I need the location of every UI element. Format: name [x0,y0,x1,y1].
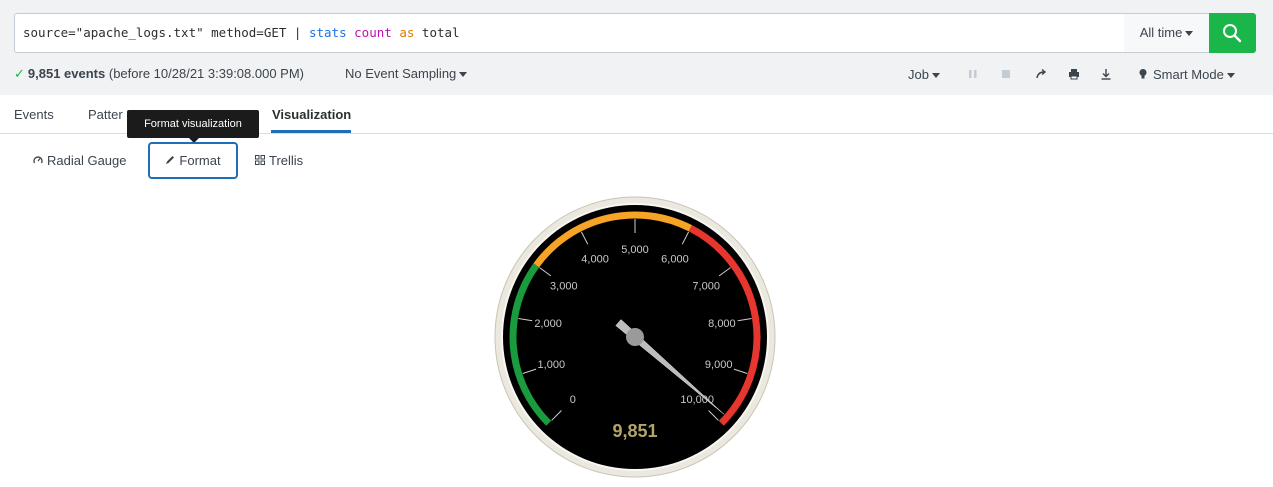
pencil-icon [166,156,175,164]
gauge-tick-label: 6,000 [661,254,689,266]
gauge-tick-label: 2,000 [534,318,562,330]
check-icon: ✓ [14,66,25,81]
query-text: source="apache_logs.txt" method=GET | [23,25,309,40]
events-count[interactable]: 9,851 events [28,66,105,81]
tab-events[interactable]: Events [14,107,54,122]
share-icon[interactable] [1034,67,1048,81]
format-label: Format [179,153,221,168]
tab-patterns[interactable]: Patter [88,107,123,122]
format-button[interactable]: Format [148,142,238,179]
query-command: stats [308,25,347,40]
gauge-tick-label: 3,000 [550,280,578,292]
gauge-tick-label: 0 [570,394,576,406]
time-range-label: All time [1139,25,1183,40]
gauge-tick-label: 7,000 [692,280,720,292]
job-label: Job [908,67,929,82]
events-time: (before 10/28/21 3:39:08.000 PM) [108,66,305,81]
pause-icon[interactable] [966,67,980,81]
search-button[interactable] [1209,13,1256,53]
stop-icon[interactable] [999,67,1013,81]
search-mode-label: Smart Mode [1153,67,1224,82]
chevron-down-icon [459,72,468,78]
event-sampling-label: No Event Sampling [345,66,457,81]
tooltip: Format visualization [127,110,259,138]
gauge-tick-label: 5,000 [621,244,649,256]
gauge-needle-hub [626,328,644,346]
job-status: ✓ 9,851 events (before 10/28/21 3:39:08.0… [14,66,304,82]
tab-visualization[interactable]: Visualization [272,107,351,122]
search-mode-dropdown[interactable]: Smart Mode [1138,67,1235,82]
grid-icon [255,155,265,165]
query-keyword: as [399,25,415,40]
lightbulb-icon [1139,69,1147,79]
export-icon[interactable] [1099,67,1113,81]
viz-type-button[interactable]: Radial Gauge [33,153,127,168]
search-icon [1223,24,1242,43]
event-sampling-dropdown[interactable]: No Event Sampling [345,66,468,81]
job-menu[interactable]: Job [908,67,940,82]
gauge-tick-label: 8,000 [708,318,736,330]
radial-gauge-icon [33,156,43,164]
query-function: count [354,25,392,40]
active-tab-indicator [271,130,351,133]
gauge-tick-label: 1,000 [538,359,566,371]
gauge-tick-label: 4,000 [581,254,609,266]
query-field: total [414,25,460,40]
search-input[interactable]: source="apache_logs.txt" method=GET | st… [14,13,1125,53]
trellis-button[interactable]: Trellis [255,153,303,168]
gauge-value-label: 9,851 [612,421,657,441]
chevron-down-icon [1185,31,1194,37]
chevron-down-icon [1226,73,1235,79]
chevron-down-icon [931,73,940,79]
viz-type-label: Radial Gauge [47,153,127,168]
time-range-picker[interactable]: All time [1124,13,1210,53]
trellis-label: Trellis [269,153,304,168]
print-icon[interactable] [1067,67,1081,81]
radial-gauge: 0 1,000 2,000 3,000 4,000 5,000 6,000 7,000 8,00… [494,196,776,478]
gauge-tick-label: 9,000 [705,359,733,371]
